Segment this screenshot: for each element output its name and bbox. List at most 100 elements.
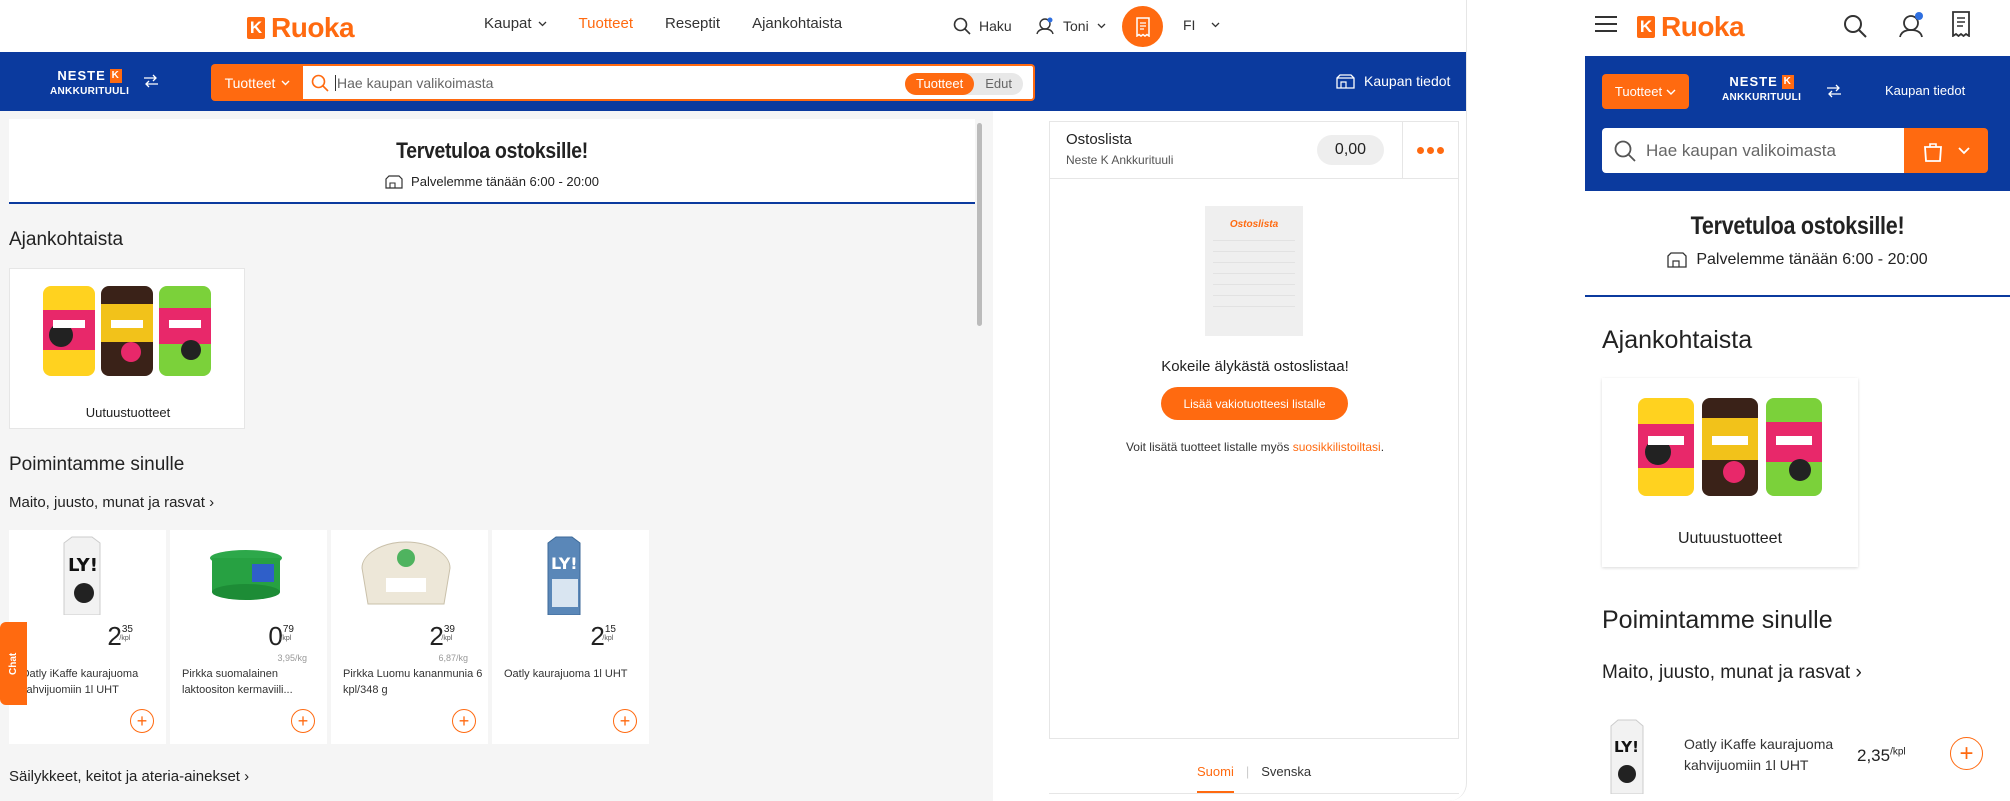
news-heading: Ajankohtaista — [1602, 326, 1753, 354]
news-heading: Ajankohtaista — [9, 229, 124, 250]
news-card[interactable]: Uutuustuotteet — [1602, 378, 1858, 567]
search-scope-dropdown[interactable] — [1904, 128, 1988, 173]
store-icon — [385, 174, 403, 189]
user-icon — [1036, 17, 1054, 35]
scope-tuotteet[interactable]: Tuotteet — [905, 73, 975, 95]
product-price: 0 79/kpl — [268, 621, 294, 651]
news-card[interactable]: Uutuustuotteet — [9, 268, 245, 429]
search-input[interactable]: Hae kaupan valikoimasta — [1602, 128, 1904, 173]
product-name: Pirkka Luomu kananmunia 6 kpl/348 g — [343, 668, 483, 696]
add-to-list-button[interactable]: + — [291, 709, 315, 733]
chevron-down-icon — [1097, 23, 1106, 29]
search-scope-toggle: Tuotteet Edut — [905, 73, 1023, 95]
search-icon — [953, 17, 971, 35]
list-total: 0,00 — [1317, 135, 1384, 165]
k-ruoka-logo[interactable]: K Ruoka — [1637, 11, 1745, 43]
welcome-title: Tervetuloa ostoksille! — [396, 138, 588, 163]
store-selector[interactable]: NESTE K ANKKURITUULI — [50, 68, 129, 97]
store-selector[interactable]: NESTE K ANKKURITUULI — [1722, 74, 1801, 103]
swap-store-icon[interactable] — [143, 74, 159, 88]
shopping-list-button[interactable] — [1122, 6, 1163, 47]
nav-tuotteet[interactable]: Tuotteet — [579, 15, 633, 32]
add-to-list-button[interactable]: + — [130, 709, 154, 733]
shopping-list-panel: Ostoslista Neste K Ankkurituuli 0,00 Ost… — [1049, 121, 1459, 739]
svg-text:LY!: LY! — [68, 555, 98, 576]
nav-ajankohtaista[interactable]: Ajankohtaista — [752, 15, 842, 32]
top-nav: Kaupat Tuotteet Reseptit Ajankohtaista — [484, 15, 842, 32]
favourites-link[interactable]: suosikkilistoiltasi — [1293, 440, 1381, 454]
product-card[interactable]: LY! 2 35/kpl Oatly iKaffe kaurajuoma kahv… — [9, 530, 166, 744]
user-icon[interactable] — [1897, 12, 1925, 38]
chat-button[interactable]: Chat — [0, 622, 27, 705]
product-price: 2,35/kpl — [1857, 746, 1906, 765]
category-link-dairy[interactable]: Maito, juusto, munat ja rasvat › — [1602, 662, 1862, 684]
language-switch: Suomi | Svenska — [1197, 764, 1312, 779]
oatly-oat-drink-image: LY! — [547, 536, 581, 615]
product-row[interactable]: LY! Oatly iKaffe kaurajuoma kahvijuomiin… — [1585, 712, 2010, 801]
picks-heading: Poimintamme sinulle — [1602, 606, 1833, 634]
more-dots-icon — [1417, 147, 1444, 154]
category-dropdown[interactable]: Tuotteet — [1602, 74, 1689, 109]
add-to-list-button[interactable]: + — [1950, 737, 1983, 770]
product-name: Oatly kaurajuoma 1l UHT — [504, 668, 628, 680]
product-name: Oatly iKaffe kaurajuoma kahvijuomiin 1l … — [1684, 736, 1834, 773]
chevron-down-icon — [538, 21, 547, 26]
more-options-button[interactable] — [1402, 122, 1458, 179]
list-hint: Voit lisätä tuotteet listalle myös suosi… — [1125, 440, 1385, 454]
list-title: Ostoslista — [1066, 131, 1132, 148]
welcome-banner: Tervetuloa ostoksille! Palvelemme tänään… — [1585, 191, 2010, 297]
add-to-list-button[interactable]: + — [613, 709, 637, 733]
k-ruoka-logo[interactable]: K Ruoka — [247, 12, 355, 44]
receipt-icon[interactable] — [1951, 11, 1971, 37]
user-menu[interactable]: Toni — [1035, 17, 1106, 35]
search-button[interactable]: Haku — [953, 17, 1012, 35]
new-products-image — [43, 286, 211, 376]
store-info-link[interactable]: Kaupan tiedot — [1336, 73, 1450, 89]
product-name: Oatly iKaffe kaurajuoma kahvijuomiin 1l … — [21, 668, 139, 696]
nav-reseptit[interactable]: Reseptit — [665, 15, 720, 32]
store-icon — [1336, 73, 1355, 89]
chevron-down-icon — [1958, 146, 1970, 154]
search-icon — [311, 74, 329, 92]
opening-hours: Palvelemme tänään 6:00 - 20:00 — [9, 174, 975, 189]
store-icon — [1667, 252, 1688, 268]
category-link-canned[interactable]: Säilykkeet, keitot ja ateria-ainekset › — [9, 768, 249, 785]
category-link-dairy[interactable]: Maito, juusto, munat ja rasvat › — [9, 494, 214, 511]
scope-edut[interactable]: Edut — [974, 73, 1023, 95]
product-card[interactable]: LY! 2 15/kpl Oatly kaurajuoma 1l UHT + — [492, 530, 649, 744]
add-staples-button[interactable]: Lisää vakiotuotteesi listalle — [1161, 387, 1348, 420]
swap-store-icon[interactable] — [1826, 84, 1842, 98]
chevron-down-icon — [1211, 22, 1220, 28]
k-logo-icon: K — [109, 68, 122, 83]
price-per-kg: 6,87/kg — [438, 653, 468, 663]
menu-icon[interactable] — [1595, 15, 1617, 33]
lang-svenska[interactable]: Svenska — [1261, 764, 1311, 779]
oatly-ikaffe-image: LY! — [1610, 719, 1644, 794]
picks-heading: Poimintamme sinulle — [9, 454, 185, 475]
chevron-down-icon — [1666, 89, 1676, 95]
nav-kaupat[interactable]: Kaupat — [484, 15, 547, 32]
add-to-list-button[interactable]: + — [452, 709, 476, 733]
k-logo-icon: K — [1781, 74, 1794, 89]
svg-text:LY!: LY! — [551, 554, 578, 573]
product-card[interactable]: 0 79/kpl 3,95/kg Pirkka suomalainen lakto… — [170, 530, 327, 744]
new-products-image — [1638, 398, 1822, 496]
language-select[interactable]: FI — [1183, 17, 1220, 33]
opening-hours: Palvelemme tänään 6:00 - 20:00 — [1585, 251, 2010, 269]
store-info-link[interactable]: Kaupan tiedot — [1885, 83, 1965, 98]
egg-carton-image — [361, 541, 451, 605]
lang-suomi[interactable]: Suomi — [1197, 764, 1234, 779]
search-category-dropdown[interactable]: Tuotteet — [211, 64, 304, 101]
search-icon[interactable] — [1843, 14, 1867, 38]
chevron-down-icon — [281, 80, 290, 85]
scrollbar[interactable] — [977, 123, 982, 326]
desktop-view: K Ruoka Kaupat Tuotteet Reseptit Ajankoht… — [0, 0, 1467, 801]
empty-list-illustration: Ostoslista — [1205, 206, 1303, 336]
svg-text:LY!: LY! — [1614, 738, 1639, 756]
welcome-banner: Tervetuloa ostoksille! Palvelemme tänään… — [9, 119, 975, 204]
product-card[interactable]: 2 39/kpl 6,87/kg Pirkka Luomu kananmunia … — [331, 530, 488, 744]
list-store: Neste K Ankkurituuli — [1066, 153, 1174, 167]
search-input[interactable]: Hae kaupan valikoimasta Tuotteet Edut — [303, 64, 1035, 101]
welcome-title: Tervetuloa ostoksille! — [1690, 212, 1905, 240]
search-icon — [1614, 140, 1636, 162]
